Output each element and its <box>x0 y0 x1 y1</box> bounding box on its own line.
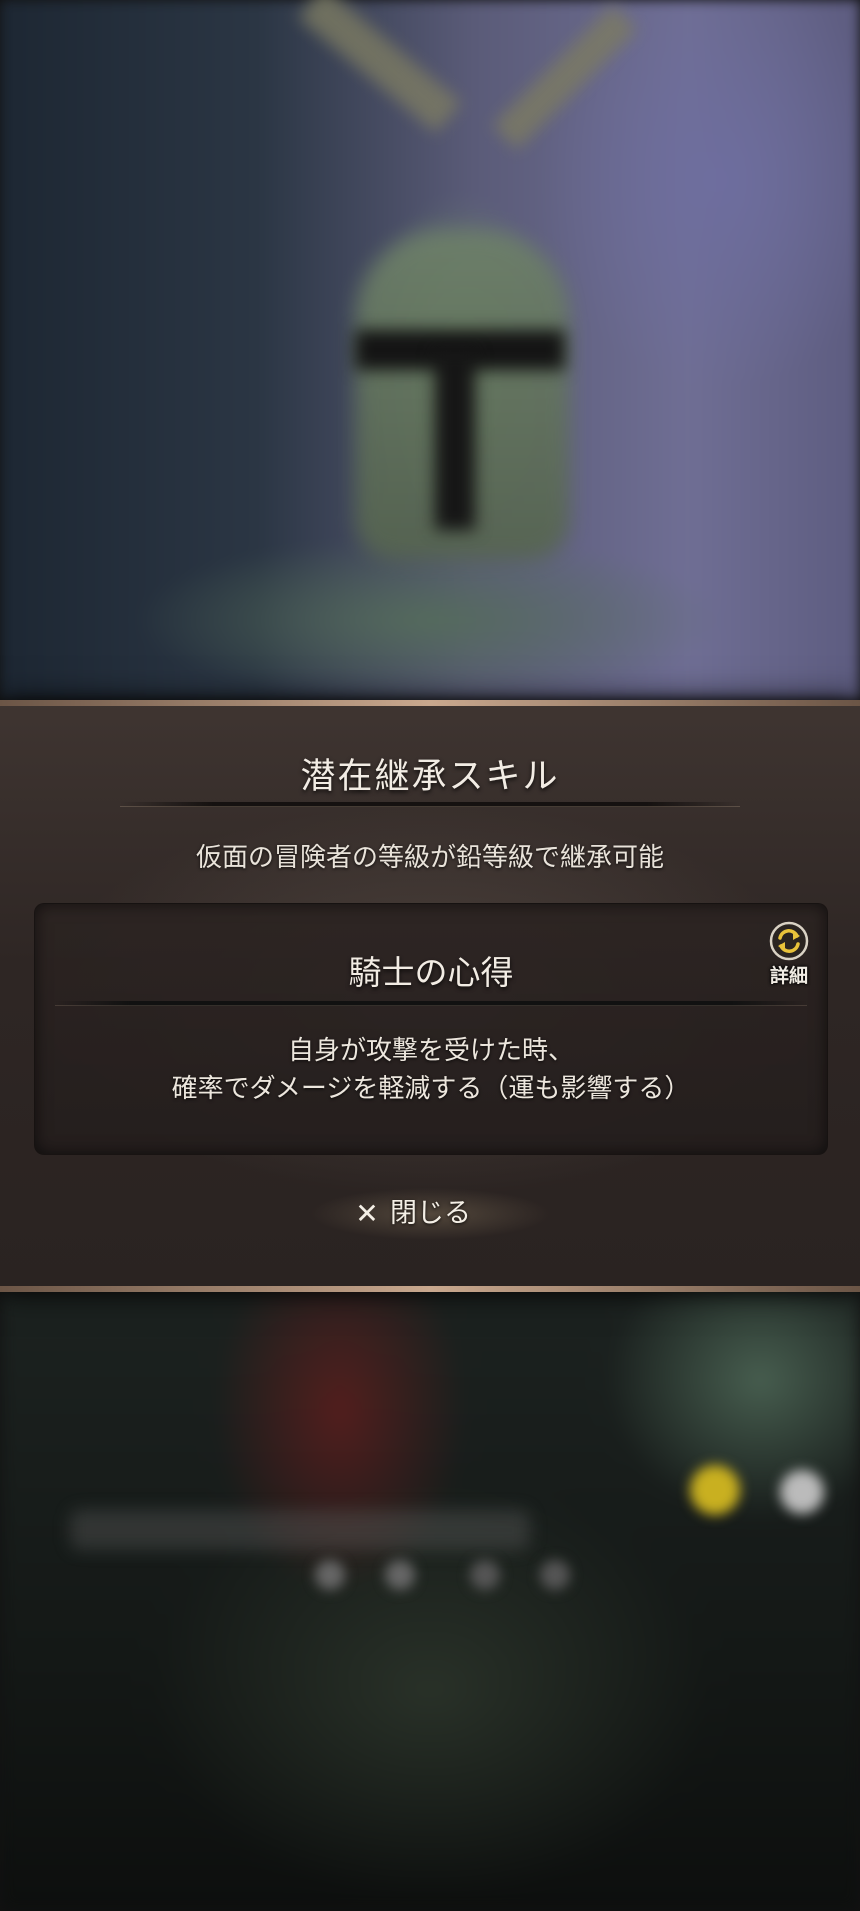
skill-card: 騎士の心得 自身が攻撃を受けた時、 確率でダメージを軽減する（運も影響する） 詳… <box>34 903 828 1155</box>
background-blurred-dot <box>690 1465 740 1515</box>
dialog-border-bottom <box>0 1286 860 1292</box>
detail-label: 詳細 <box>769 965 808 987</box>
refresh-icon <box>769 921 809 961</box>
background-blurred-dot <box>385 1560 415 1590</box>
dialog-subtitle: 仮面の冒険者の等級が鉛等級で継承可能 <box>195 843 664 873</box>
close-button-label: 閉じる <box>390 1198 471 1229</box>
inheritance-skill-dialog: 潜在継承スキル 仮面の冒険者の等級が鉛等級で継承可能 騎士の心得 自身が攻撃を受… <box>0 700 860 1292</box>
title-divider <box>120 802 740 807</box>
game-screen: 潜在継承スキル 仮面の冒険者の等級が鉛等級で継承可能 騎士の心得 自身が攻撃を受… <box>0 0 860 1911</box>
background-blurred-dot <box>470 1560 500 1590</box>
background-blurred-dot <box>540 1560 570 1590</box>
skill-description: 自身が攻撃を受けた時、 確率でダメージを軽減する（運も影響する） <box>35 1032 827 1108</box>
background-blurred-dot <box>780 1470 824 1514</box>
background-scene-bottom <box>0 1290 860 1911</box>
skill-description-line-1: 自身が攻撃を受けた時、 <box>287 1036 574 1066</box>
background-blurred-bar <box>70 1510 530 1550</box>
close-button[interactable]: ✕ 閉じる <box>310 1187 550 1241</box>
close-icon: ✕ <box>355 1197 379 1230</box>
dialog-border-top <box>0 700 860 706</box>
background-helmet-visor-slit <box>435 350 475 530</box>
background-blurred-dot <box>315 1560 345 1590</box>
detail-button[interactable]: 詳細 <box>757 921 821 993</box>
skill-divider <box>55 1001 807 1006</box>
dialog-title: 潜在継承スキル <box>300 757 560 797</box>
skill-name: 騎士の心得 <box>348 953 514 992</box>
skill-description-line-2: 確率でダメージを軽減する（運も影響する） <box>171 1074 691 1104</box>
